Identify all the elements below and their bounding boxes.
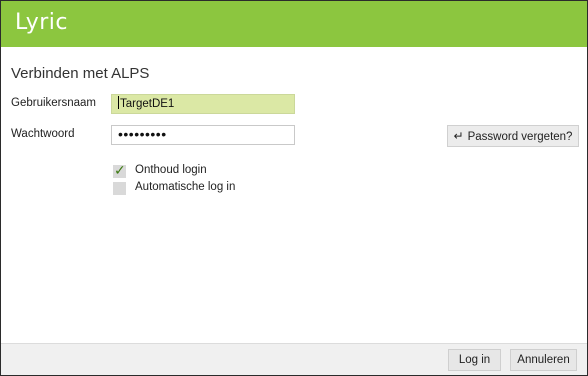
username-value: TargetDE1 <box>120 98 175 110</box>
password-label: Wachtwoord <box>11 128 75 140</box>
login-dialog: Lyric Verbinden met ALPS Gebruikersnaam … <box>0 0 588 376</box>
dialog-heading: Verbinden met ALPS <box>11 65 150 82</box>
username-input[interactable]: TargetDE1 <box>111 94 295 114</box>
auto-login-label: Automatische log in <box>135 181 236 193</box>
enter-arrow-icon: ↵ <box>453 129 464 143</box>
forgot-password-label: Password vergeten? <box>467 131 573 143</box>
checkbox-box <box>113 182 126 195</box>
password-value: ••••••••• <box>118 126 167 142</box>
remember-login-label: Onthoud login <box>135 164 207 176</box>
username-label: Gebruikersnaam <box>11 97 97 109</box>
dialog-footer: Log in Annuleren <box>1 343 587 375</box>
checkmark-icon: ✓ <box>114 162 126 178</box>
forgot-password-button[interactable]: ↵ Password vergeten? <box>447 125 579 147</box>
cancel-button[interactable]: Annuleren <box>510 349 577 371</box>
text-caret <box>118 96 119 109</box>
login-button[interactable]: Log in <box>448 349 501 371</box>
title-bar: Lyric <box>1 1 587 47</box>
lyric-logo: Lyric <box>15 10 69 35</box>
password-input[interactable]: ••••••••• <box>111 125 295 145</box>
